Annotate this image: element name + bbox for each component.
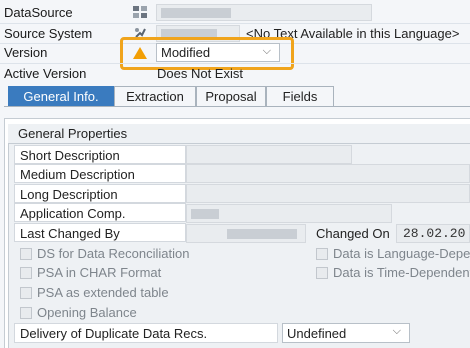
checkbox-label: PSA as extended table bbox=[37, 285, 169, 300]
checkbox-box bbox=[316, 248, 328, 260]
tab-general-info[interactable]: General Info. bbox=[8, 86, 114, 106]
redacted-value bbox=[191, 209, 219, 219]
version-label: Version bbox=[4, 45, 48, 60]
checkbox-label: DS for Data Reconciliation bbox=[37, 246, 190, 261]
checkbox-box bbox=[316, 267, 328, 279]
language-dependent-checkbox[interactable]: Data is Language-Depend bbox=[316, 246, 470, 262]
tab-fields[interactable]: Fields bbox=[266, 86, 334, 106]
psa-extended-table-checkbox[interactable]: PSA as extended table bbox=[20, 285, 169, 301]
checkbox-label: PSA in CHAR Format bbox=[37, 265, 162, 280]
last-changed-by-field[interactable] bbox=[186, 224, 306, 243]
general-properties-title: General Properties bbox=[8, 124, 470, 144]
duplicate-records-value: Undefined bbox=[287, 325, 347, 341]
last-changed-by-label: Last Changed By bbox=[14, 223, 186, 242]
tab-extraction[interactable]: Extraction bbox=[114, 86, 196, 106]
long-description-field[interactable] bbox=[186, 184, 470, 203]
datasource-label: DataSource bbox=[4, 5, 73, 20]
application-comp-field[interactable] bbox=[186, 204, 392, 223]
checkbox-label: Data is Language-Depend bbox=[333, 246, 470, 261]
checkbox-box bbox=[20, 267, 32, 279]
datasource-field[interactable] bbox=[156, 4, 372, 21]
long-description-label: Long Description bbox=[14, 184, 186, 203]
chevron-down-icon: ⌵ bbox=[392, 325, 401, 337]
duplicate-records-dropdown[interactable]: Undefined ⌵ bbox=[282, 323, 410, 343]
duplicate-records-label: Delivery of Duplicate Data Recs. bbox=[14, 323, 278, 343]
changed-on-field[interactable]: 28.02.20 bbox=[396, 224, 470, 243]
tab-strip-divider bbox=[4, 106, 470, 118]
opening-balance-checkbox[interactable]: Opening Balance bbox=[20, 305, 137, 321]
time-dependent-checkbox[interactable]: Data is Time-Dependent bbox=[316, 265, 470, 281]
ds-reconciliation-checkbox[interactable]: DS for Data Reconciliation bbox=[20, 246, 189, 262]
medium-description-label: Medium Description bbox=[14, 164, 186, 183]
tab-proposal[interactable]: Proposal bbox=[196, 86, 266, 106]
checkbox-box bbox=[20, 287, 32, 299]
checkbox-box bbox=[20, 307, 32, 319]
datasource-grid-icon bbox=[132, 5, 148, 19]
medium-description-field[interactable] bbox=[186, 164, 470, 183]
psa-char-format-checkbox[interactable]: PSA in CHAR Format bbox=[20, 265, 161, 281]
source-system-label: Source System bbox=[4, 26, 93, 41]
application-comp-label: Application Comp. bbox=[14, 203, 186, 222]
active-version-label: Active Version bbox=[4, 66, 87, 81]
checkbox-label: Opening Balance bbox=[37, 305, 137, 320]
redacted-value bbox=[227, 229, 297, 239]
changed-on-label: Changed On bbox=[316, 226, 390, 241]
checkbox-box bbox=[20, 248, 32, 260]
active-version-value: Does Not Exist bbox=[157, 66, 243, 81]
checkbox-label: Data is Time-Dependent bbox=[333, 265, 470, 280]
redacted-value bbox=[161, 8, 231, 18]
short-description-label: Short Description bbox=[14, 145, 186, 164]
short-description-field[interactable] bbox=[186, 145, 352, 164]
